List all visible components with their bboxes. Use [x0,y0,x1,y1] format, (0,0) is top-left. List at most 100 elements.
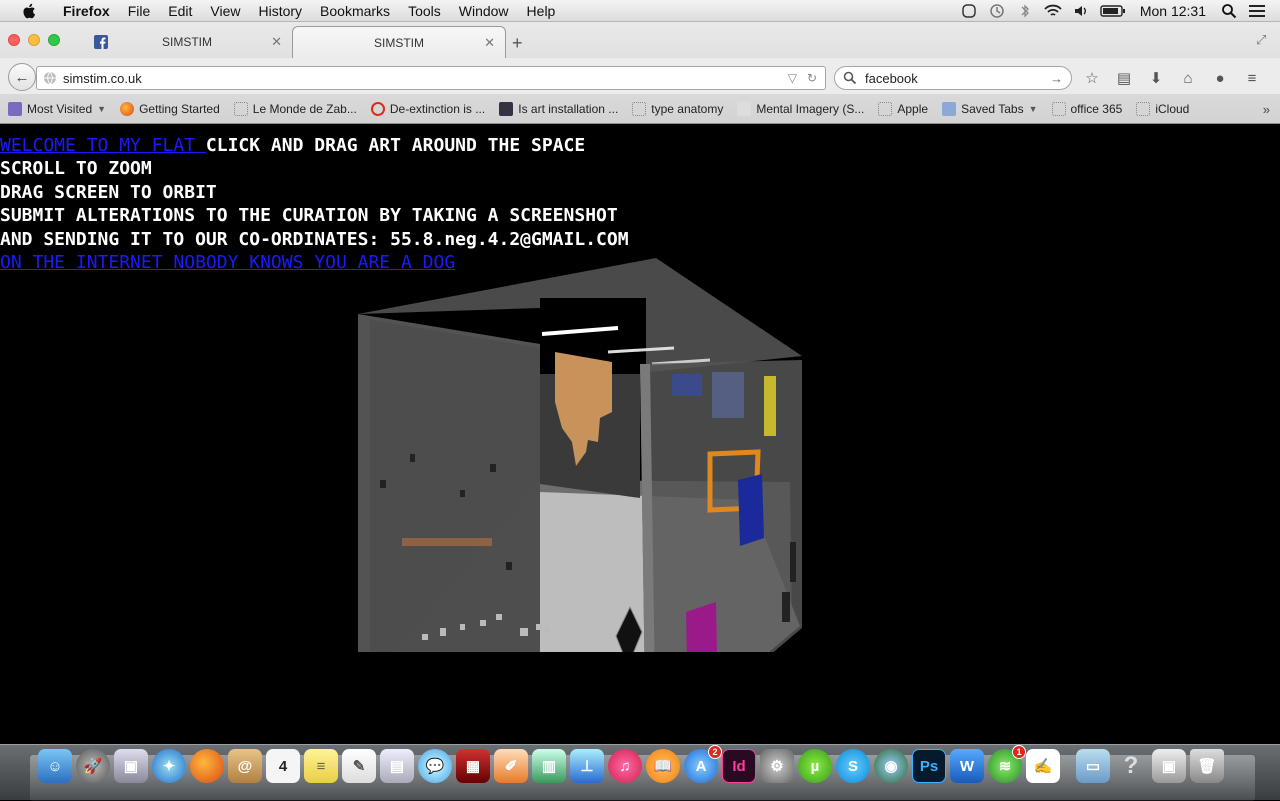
back-button[interactable]: ← [8,63,36,91]
menu-bookmarks[interactable]: Bookmarks [311,0,399,22]
bookmark-most-visited[interactable]: Most Visited ▼ [8,102,106,116]
artwork-blue-panel-2[interactable] [712,372,744,418]
fullscreen-icon[interactable]: ⤢ [1256,32,1270,47]
dropbox-icon[interactable] [960,3,978,19]
finder-icon[interactable]: ☺ [38,749,72,783]
contacts-icon[interactable]: @ [228,749,262,783]
menu-bar-clock[interactable]: Mon 12:31 [1136,3,1210,19]
wifi-icon[interactable] [1044,3,1062,19]
bookmark-star-icon[interactable]: ☆ [1082,68,1102,88]
tab-title: SIMSTIM [162,35,212,49]
search-bar[interactable]: facebook → [834,66,1072,90]
launchpad-icon[interactable]: 🚀 [76,749,110,783]
itunes-icon[interactable]: ♫ [608,749,642,783]
indesign-icon[interactable]: Id [722,749,756,783]
tab-close-icon[interactable]: ✕ [271,34,282,50]
menu-file[interactable]: File [119,0,160,22]
bookmark-saved-tabs[interactable]: Saved Tabs ▼ [942,102,1038,116]
chat-icon[interactable]: ● [1210,68,1230,88]
photo-booth-icon[interactable]: ▦ [456,749,490,783]
spotlight-search-icon[interactable] [1220,3,1238,19]
safari-icon[interactable]: ✦ [152,749,186,783]
url-text[interactable]: simstim.co.uk [63,71,142,86]
tab-strip: SIMSTIM ✕ SIMSTIM ✕ + ⤢ [0,22,1280,58]
volume-icon[interactable] [1072,3,1090,19]
welcome-link[interactable]: WELCOME TO MY FLAT [0,135,206,156]
menu-view[interactable]: View [201,0,249,22]
hamburger-menu-icon[interactable]: ≡ [1242,68,1262,88]
bluetooth-icon[interactable] [1016,3,1034,19]
site-identity-globe-icon[interactable] [43,71,57,85]
app-store-badge: 2 [708,745,722,759]
notes-icon[interactable]: ≡ [304,749,338,783]
bookmark-label: Getting Started [139,102,220,116]
pages-icon[interactable]: ✐ [494,749,528,783]
network-icon[interactable]: ◉ [874,749,908,783]
bookmark-le-monde-de-zab[interactable]: Le Monde de Zab... [233,102,357,116]
preview-icon[interactable]: ▣ [114,749,148,783]
window-zoom-button[interactable] [48,34,60,46]
menu-window[interactable]: Window [450,0,518,22]
menu-edit[interactable]: Edit [159,0,201,22]
system-preferences-icon[interactable]: ⚙ [760,749,794,783]
bookmark-getting-started[interactable]: Getting Started [120,102,220,116]
spotify-icon[interactable]: ≋ 1 [988,745,1026,783]
word-icon[interactable]: W [950,749,984,783]
downloads-icon[interactable]: ⬇ [1146,68,1166,88]
app-menu-firefox[interactable]: Firefox [54,0,119,22]
bookmark-label: type anatomy [651,102,724,116]
bookmark-apple[interactable]: Apple [878,102,928,116]
reading-list-icon[interactable]: ▤ [1114,68,1134,88]
window-close-button[interactable] [8,34,20,46]
apple-menu-icon[interactable] [20,2,40,20]
folder-icon[interactable]: ▭ [1076,749,1110,783]
skype-icon[interactable]: S [836,749,870,783]
keynote-icon[interactable]: ⊥ [570,749,604,783]
home-icon[interactable]: ⌂ [1178,68,1198,88]
trash-icon[interactable]: 🗑 [1190,749,1224,783]
bookmark-office-365[interactable]: office 365 [1051,102,1122,116]
menu-help[interactable]: Help [518,0,565,22]
help-icon[interactable]: ? [1114,749,1148,783]
search-input[interactable]: facebook [865,71,918,86]
3d-gallery-scene[interactable] [350,252,810,652]
tab-simstim-2[interactable]: SIMSTIM ✕ [292,26,506,58]
menu-tools[interactable]: Tools [399,0,450,22]
battery-icon[interactable] [1100,3,1126,19]
reload-icon[interactable]: ↻ [807,71,817,85]
ibooks-icon[interactable]: 📖 [646,749,680,783]
numbers-icon[interactable]: ▥ [532,749,566,783]
firefox-icon[interactable] [190,749,224,783]
calendar-icon[interactable]: 4 [266,749,300,783]
menu-history[interactable]: History [249,0,311,22]
tab-close-icon[interactable]: ✕ [484,35,495,51]
tab-title: SIMSTIM [374,35,424,50]
tab-simstim-1[interactable]: SIMSTIM ✕ [82,26,292,58]
photoshop-icon[interactable]: Ps [912,749,946,783]
url-bar[interactable]: simstim.co.uk ▽ ↻ [36,66,826,90]
bookmark-mental-imagery[interactable]: Mental Imagery (S... [737,102,864,116]
artwork-blue-panel[interactable] [672,374,702,396]
messages-icon[interactable]: 💬 [418,749,452,783]
artwork-blue-board[interactable] [738,474,764,546]
bookmark-icloud[interactable]: iCloud [1136,102,1189,116]
time-machine-icon[interactable] [988,3,1006,19]
artwork-yellow-panel[interactable] [764,376,776,436]
textedit-icon[interactable]: ✎ [342,749,376,783]
preview-2-icon[interactable]: ▤ [380,749,414,783]
artwork-strip[interactable] [402,538,492,546]
bookmark-de-extinction[interactable]: De-extinction is ... [370,102,485,116]
bookmarks-overflow-icon[interactable]: » [1263,102,1270,117]
window-minimize-button[interactable] [28,34,40,46]
web-page-content: WELCOME TO MY FLAT CLICK AND DRAG ART AR… [0,124,1280,744]
app-store-icon[interactable]: A2 [684,745,722,783]
url-dropdown-icon[interactable]: ▽ [788,71,797,85]
bookmark-type-anatomy[interactable]: type anatomy [632,102,723,116]
search-go-icon[interactable]: → [1050,71,1063,86]
dashboard-icon[interactable]: ▣ [1152,749,1186,783]
bookmark-is-art-installation[interactable]: Is art installation ... [499,102,618,116]
acrobat-icon[interactable]: ✍ [1026,749,1060,783]
utorrent-icon[interactable]: µ [798,749,832,783]
new-tab-icon[interactable]: + [512,33,523,54]
notification-center-icon[interactable] [1248,3,1266,19]
